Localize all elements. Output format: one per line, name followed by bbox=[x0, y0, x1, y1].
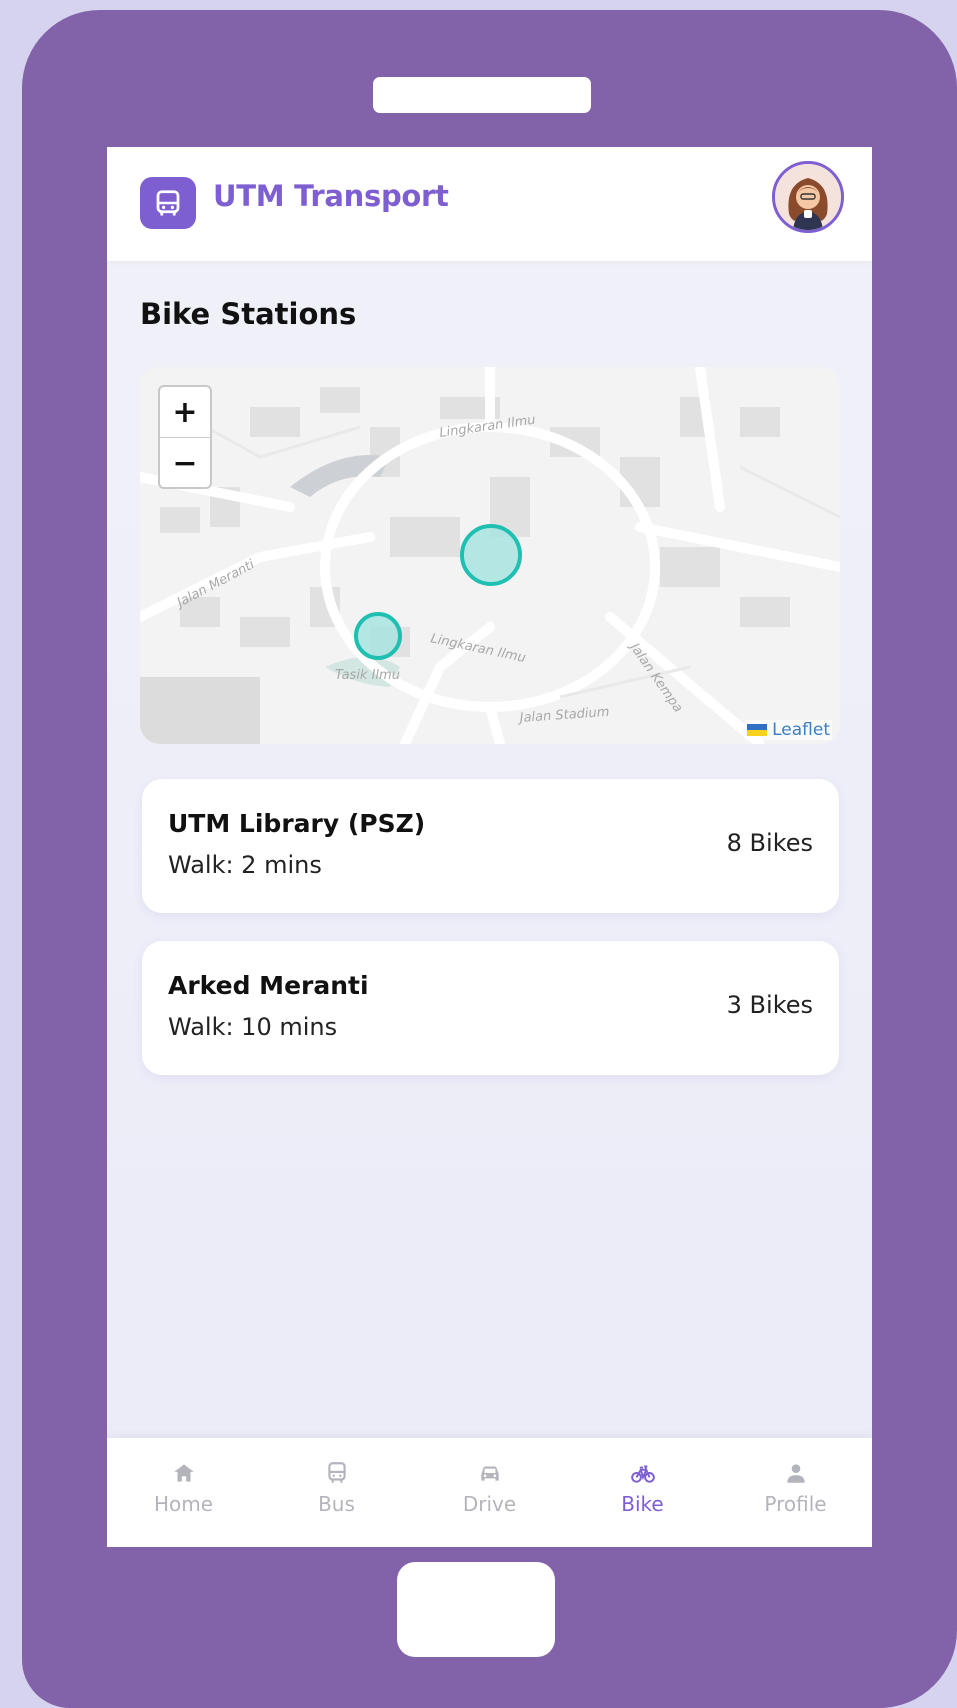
station-card[interactable]: UTM Library (PSZ) Walk: 2 mins 8 Bikes bbox=[142, 779, 839, 913]
nav-label: Bus bbox=[318, 1492, 355, 1516]
station-card[interactable]: Arked Meranti Walk: 10 mins 3 Bikes bbox=[142, 941, 839, 1075]
station-name: UTM Library (PSZ) bbox=[168, 809, 426, 838]
nav-label: Bike bbox=[621, 1492, 664, 1516]
phone-speaker bbox=[373, 77, 591, 113]
nav-item-bike[interactable]: Bike bbox=[566, 1438, 719, 1547]
station-marker-meranti bbox=[354, 612, 402, 660]
app-title: UTM Transport bbox=[213, 179, 449, 213]
nav-item-drive[interactable]: Drive bbox=[413, 1438, 566, 1547]
car-icon bbox=[480, 1466, 499, 1481]
station-walk-time: Walk: 10 mins bbox=[168, 1013, 338, 1041]
app-header: UTM Transport bbox=[107, 147, 872, 261]
bike-stations-map[interactable]: Lingkaran Ilmu Jalan Meranti Lingkaran I… bbox=[140, 367, 840, 744]
bus-icon bbox=[156, 190, 180, 216]
map-attribution[interactable]: Leaflet bbox=[745, 720, 832, 740]
home-icon bbox=[173, 1464, 194, 1482]
nav-label: Profile bbox=[764, 1492, 827, 1516]
nav-label: Drive bbox=[462, 1492, 517, 1516]
nav-item-profile[interactable]: Profile bbox=[719, 1438, 872, 1547]
page-title: Bike Stations bbox=[140, 297, 357, 331]
app-screen: UTM Transport Bike Stations Lingkaran Il… bbox=[107, 147, 872, 1547]
nav-item-home[interactable]: Home bbox=[107, 1438, 260, 1547]
nav-label: Home bbox=[153, 1492, 214, 1516]
phone-home-button[interactable] bbox=[397, 1562, 555, 1657]
station-name: Arked Meranti bbox=[168, 971, 369, 1000]
attribution-link[interactable]: Leaflet bbox=[772, 720, 830, 740]
station-bike-count: 3 Bikes bbox=[726, 991, 813, 1019]
bottom-nav: Home Bus Drive Bike Profile bbox=[107, 1438, 872, 1547]
nav-item-bus[interactable]: Bus bbox=[260, 1438, 413, 1547]
station-marker-library bbox=[460, 524, 522, 586]
zoom-out-button[interactable]: − bbox=[160, 438, 210, 488]
bus-icon bbox=[327, 1462, 346, 1483]
map-zoom-control: + − bbox=[158, 385, 212, 489]
station-walk-time: Walk: 2 mins bbox=[168, 851, 322, 879]
app-logo bbox=[140, 177, 196, 229]
bike-icon bbox=[630, 1465, 655, 1483]
svg-text:Tasik Ilmu: Tasik Ilmu bbox=[335, 668, 400, 683]
user-avatar-icon bbox=[775, 164, 841, 230]
person-icon bbox=[786, 1464, 805, 1483]
ukraine-flag-icon bbox=[747, 724, 768, 736]
avatar[interactable] bbox=[772, 161, 844, 233]
station-bike-count: 8 Bikes bbox=[726, 829, 813, 857]
map-tiles: Lingkaran Ilmu Jalan Meranti Lingkaran I… bbox=[140, 367, 840, 744]
zoom-in-button[interactable]: + bbox=[160, 387, 210, 438]
